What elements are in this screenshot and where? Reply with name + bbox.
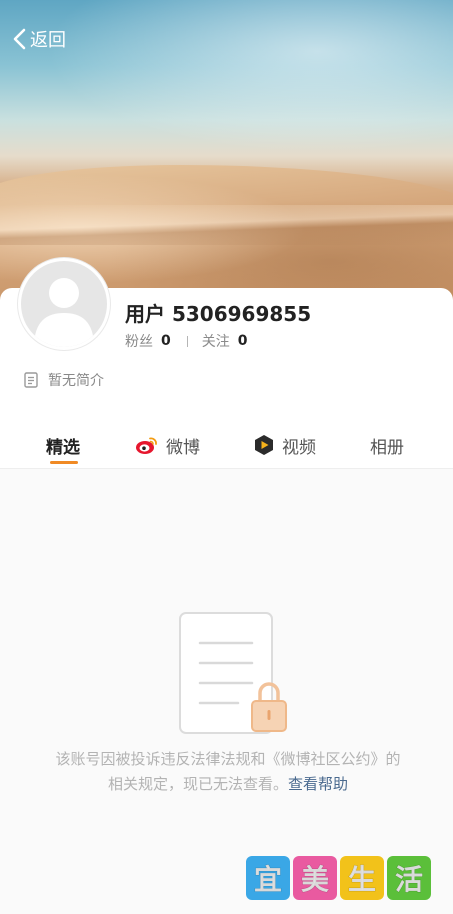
bio-text: 暂无简介 [48,373,104,389]
watermark-logo: 宜 美 生 活 [246,856,434,900]
profile-bio: 暂无简介 [24,370,104,390]
stats-divider [186,335,188,347]
tab-featured[interactable]: 精选 [46,430,80,460]
tab-label: 微博 [166,437,200,458]
back-button[interactable]: 返回 [12,24,66,54]
cover-sky [0,0,453,170]
username: 用户 5306969855 [125,302,312,326]
active-tab-indicator [50,461,78,464]
watermark-char: 生 [340,856,384,900]
default-avatar-icon [21,261,107,347]
cover-sand-ridge [0,205,453,245]
chevron-left-icon [13,28,26,50]
account-blocked-notice: 该账号因被投诉违反法律法规和《微博社区公约》的相关规定，现已无法查看。查看帮助 [50,747,406,797]
profile-stats: 粉丝 0 关注 0 [125,331,248,351]
profile-tabs: 精选 微博 视频 相册 [0,424,453,470]
notice-text: 该账号因被投诉违反法律法规和《微博社区公约》的相关规定，现已无法查看。 [55,750,401,793]
tab-label: 相册 [370,437,404,458]
tab-label: 精选 [46,437,80,458]
watermark-char: 活 [387,856,431,900]
watermark-char: 美 [293,856,337,900]
document-icon [24,372,38,388]
following-label[interactable]: 关注 [202,331,230,351]
profile-cover-image [0,0,453,300]
avatar[interactable] [18,258,110,350]
locked-document-icon [179,612,287,734]
help-link[interactable]: 查看帮助 [288,775,348,793]
following-count[interactable]: 0 [238,333,248,349]
fans-count[interactable]: 0 [161,333,171,349]
tab-label: 视频 [282,437,316,458]
tab-weibo[interactable]: 微博 [135,430,200,460]
tab-album[interactable]: 相册 [370,430,404,460]
back-label: 返回 [30,30,66,51]
watermark-char: 宜 [246,856,290,900]
video-play-icon [255,435,273,455]
weibo-icon [136,437,157,454]
fans-label[interactable]: 粉丝 [125,331,153,351]
tab-video[interactable]: 视频 [253,430,316,460]
